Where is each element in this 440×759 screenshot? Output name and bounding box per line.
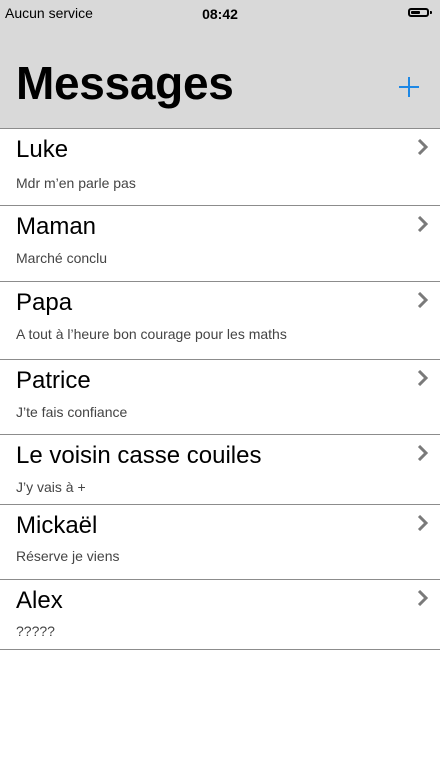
chevron-right-icon — [417, 515, 429, 531]
battery-icon — [408, 8, 432, 17]
message-preview: Mdr m’en parle pas — [16, 175, 136, 191]
clock: 08:42 — [202, 6, 238, 22]
contact-name: Mickaël — [16, 512, 98, 539]
contact-name: Le voisin casse couiles — [16, 442, 262, 469]
conversation-row[interactable]: Le voisin casse couiles J’y vais à + — [0, 435, 440, 505]
conversation-row[interactable]: Mickaël Réserve je viens — [0, 505, 440, 580]
conversation-row[interactable]: Luke Mdr m’en parle pas — [0, 129, 440, 206]
message-preview: Réserve je viens — [16, 548, 120, 564]
contact-name: Luke — [16, 136, 69, 163]
conversation-row[interactable]: Maman Marché conclu — [0, 206, 440, 282]
contact-name: Patrice — [16, 367, 91, 394]
page-title: Messages — [16, 57, 234, 109]
chevron-right-icon — [417, 139, 429, 155]
chevron-right-icon — [417, 370, 429, 386]
message-preview: ????? — [16, 623, 55, 639]
contact-name: Papa — [16, 289, 73, 316]
chevron-right-icon — [417, 292, 429, 308]
chevron-right-icon — [417, 216, 429, 232]
conversation-list: Luke Mdr m’en parle pas Maman Marché con… — [0, 129, 440, 650]
contact-name: Alex — [16, 587, 63, 614]
chevron-right-icon — [417, 590, 429, 606]
message-preview: Marché conclu — [16, 250, 108, 266]
conversation-row[interactable]: Papa A tout à l’heure bon courage pour l… — [0, 282, 440, 360]
status-bar: Aucun service 08:42 — [0, 0, 440, 28]
conversation-row[interactable]: Alex ????? — [0, 580, 440, 650]
navigation-header: Aucun service 08:42 Messages — [0, 0, 440, 129]
message-preview: A tout à l’heure bon courage pour les ma… — [16, 326, 287, 342]
chevron-right-icon — [417, 445, 429, 461]
message-preview: J’y vais à + — [16, 479, 86, 495]
add-message-button[interactable] — [398, 76, 420, 98]
message-preview: J’te fais confiance — [16, 404, 128, 420]
conversation-row[interactable]: Patrice J’te fais confiance — [0, 360, 440, 435]
contact-name: Maman — [16, 213, 97, 240]
